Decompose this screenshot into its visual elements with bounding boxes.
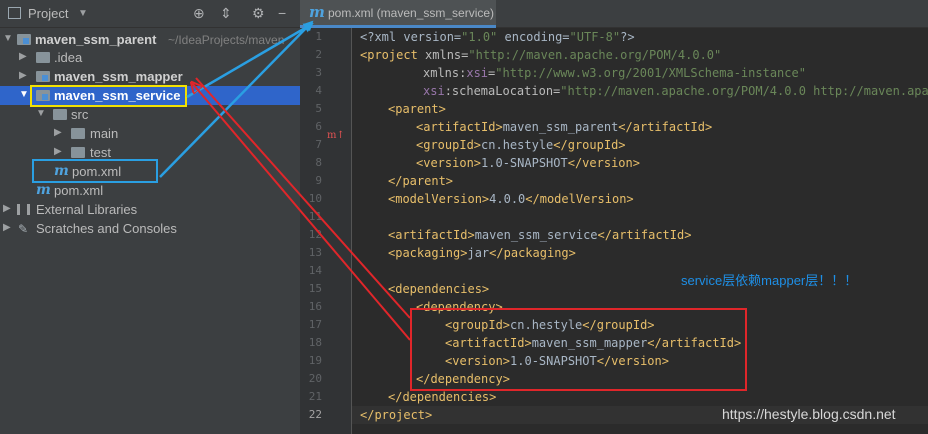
overriding-marker-icon[interactable]: m↑ [327,130,345,141]
chevron-right-icon[interactable]: ▶ [54,127,62,138]
code-line-22[interactable]: </project> [360,408,432,422]
tree-item-label: pom.xml [54,183,104,198]
tree-item-main[interactable]: ▶ main [0,124,300,143]
line-number: 2 [315,48,322,61]
code-line-15[interactable]: <dependencies> [388,282,489,296]
library-icon [17,204,30,215]
line-number: 21 [308,390,322,403]
tab-label: pom.xml (maven_ssm_service) [328,6,495,20]
module-folder-icon [17,34,31,45]
chevron-right-icon[interactable]: ▶ [3,222,11,233]
line-number: 13 [308,246,322,259]
gear-icon[interactable]: ⚙ [252,5,265,22]
chevron-down-icon[interactable]: ▼ [3,33,13,44]
line-number: 7 [315,138,322,151]
tree-item-label: src [71,107,89,122]
code-line-9[interactable]: </parent> [388,174,453,188]
chevron-right-icon[interactable]: ▶ [54,146,62,157]
tree-item-label: maven_ssm_parent [35,32,157,47]
editor-tab-bar: m pom.xml (maven_ssm_service) [300,0,928,28]
highlight-box-pom [32,159,158,183]
annotation-text: service层依赖mapper层！！！ [681,273,858,288]
code-line-4[interactable]: xsi:schemaLocation="http://maven.apache.… [423,84,928,98]
code-line-3[interactable]: xmlns:xsi="http://www.w3.org/2001/XMLSch… [423,66,806,80]
line-number: 17 [308,318,322,331]
chevron-right-icon[interactable]: ▶ [3,203,11,214]
line-number: 10 [308,192,322,205]
maven-icon: m [309,3,325,21]
tree-item-path: ~/IdeaProjects/maven [168,33,285,47]
project-panel-title[interactable]: Project [28,6,68,21]
tree-item-external-libraries[interactable]: ▶ External Libraries [0,200,300,219]
tree-item-parent-pom[interactable]: m pom.xml [0,181,300,200]
chevron-down-icon[interactable]: ▼ [78,8,88,19]
code-line-13[interactable]: <packaging>jar</packaging> [388,246,576,260]
module-folder-icon [36,71,50,82]
maven-icon: m [36,182,51,198]
line-number: 22 [308,408,322,421]
tree-item-src[interactable]: ▼ src [0,105,300,124]
project-icon [8,7,21,19]
project-panel-header: Project ▼ ⊕ ⇕ ⚙ − [0,0,300,28]
line-number: 18 [308,336,322,349]
folder-icon [36,52,50,63]
tree-item-idea[interactable]: ▶ .idea [0,48,300,67]
project-panel: Project ▼ ⊕ ⇕ ⚙ − ▼ maven_ssm_parent ~/I… [0,0,300,434]
code-line-21[interactable]: </dependencies> [388,390,496,404]
line-number: 8 [315,156,322,169]
code-line-12[interactable]: <artifactId>maven_ssm_service</artifactI… [388,228,691,242]
code-line-7[interactable]: <groupId>cn.hestyle</groupId> [416,138,626,152]
highlight-box-dependency [410,308,747,391]
tree-item-label: maven_ssm_mapper [54,69,183,84]
line-number: 3 [315,66,322,79]
collapse-icon[interactable]: ⇕ [220,5,232,22]
line-number-gutter[interactable]: 1 2 3 4 5 6 7 8 9 10 11 12 13 14 15 16 1… [300,28,352,434]
line-number: 6 [315,120,322,133]
line-number: 15 [308,282,322,295]
line-number: 12 [308,228,322,241]
tree-item-label: External Libraries [36,202,138,217]
line-number: 9 [315,174,322,187]
watermark: https://hestyle.blog.csdn.net [722,406,896,422]
code-line-1[interactable]: <?xml version="1.0" encoding="UTF-8"?> [360,30,635,44]
code-line-2[interactable]: <project xmlns="http://maven.apache.org/… [360,48,721,62]
folder-icon [71,128,85,139]
line-number: 1 [315,30,322,43]
line-number: 11 [308,210,322,223]
tree-item-label: .idea [54,50,83,65]
line-number: 14 [308,264,322,277]
line-number: 4 [315,84,322,97]
chevron-down-icon[interactable]: ▼ [19,89,29,100]
chevron-right-icon[interactable]: ▶ [19,51,27,62]
code-line-6[interactable]: <artifactId>maven_ssm_parent</artifactId… [416,120,712,134]
folder-icon [71,147,85,158]
line-number: 19 [308,354,322,367]
line-number: 20 [308,372,322,385]
minimize-icon[interactable]: − [278,5,286,21]
scratch-icon: ✎ [18,222,29,236]
chevron-right-icon[interactable]: ▶ [19,70,27,81]
highlight-box-service [30,85,187,107]
code-line-10[interactable]: <modelVersion>4.0.0</modelVersion> [388,192,634,206]
folder-icon [53,109,67,120]
tree-item-maven-ssm-parent[interactable]: ▼ maven_ssm_parent ~/IdeaProjects/maven [0,30,300,49]
tree-item-label: main [90,126,119,141]
line-number: 5 [315,102,322,115]
line-number: 16 [308,300,322,313]
tree-item-maven-ssm-mapper[interactable]: ▶ maven_ssm_mapper [0,67,300,86]
editor-tab-pom[interactable]: m pom.xml (maven_ssm_service) [300,0,496,28]
chevron-down-icon[interactable]: ▼ [36,108,46,119]
target-icon[interactable]: ⊕ [193,5,205,22]
tree-item-label: Scratches and Consoles [36,221,177,236]
tree-item-label: test [90,145,111,160]
code-line-8[interactable]: <version>1.0-SNAPSHOT</version> [416,156,640,170]
tree-item-scratches[interactable]: ▶ ✎ Scratches and Consoles [0,219,300,238]
code-line-5[interactable]: <parent> [388,102,446,116]
